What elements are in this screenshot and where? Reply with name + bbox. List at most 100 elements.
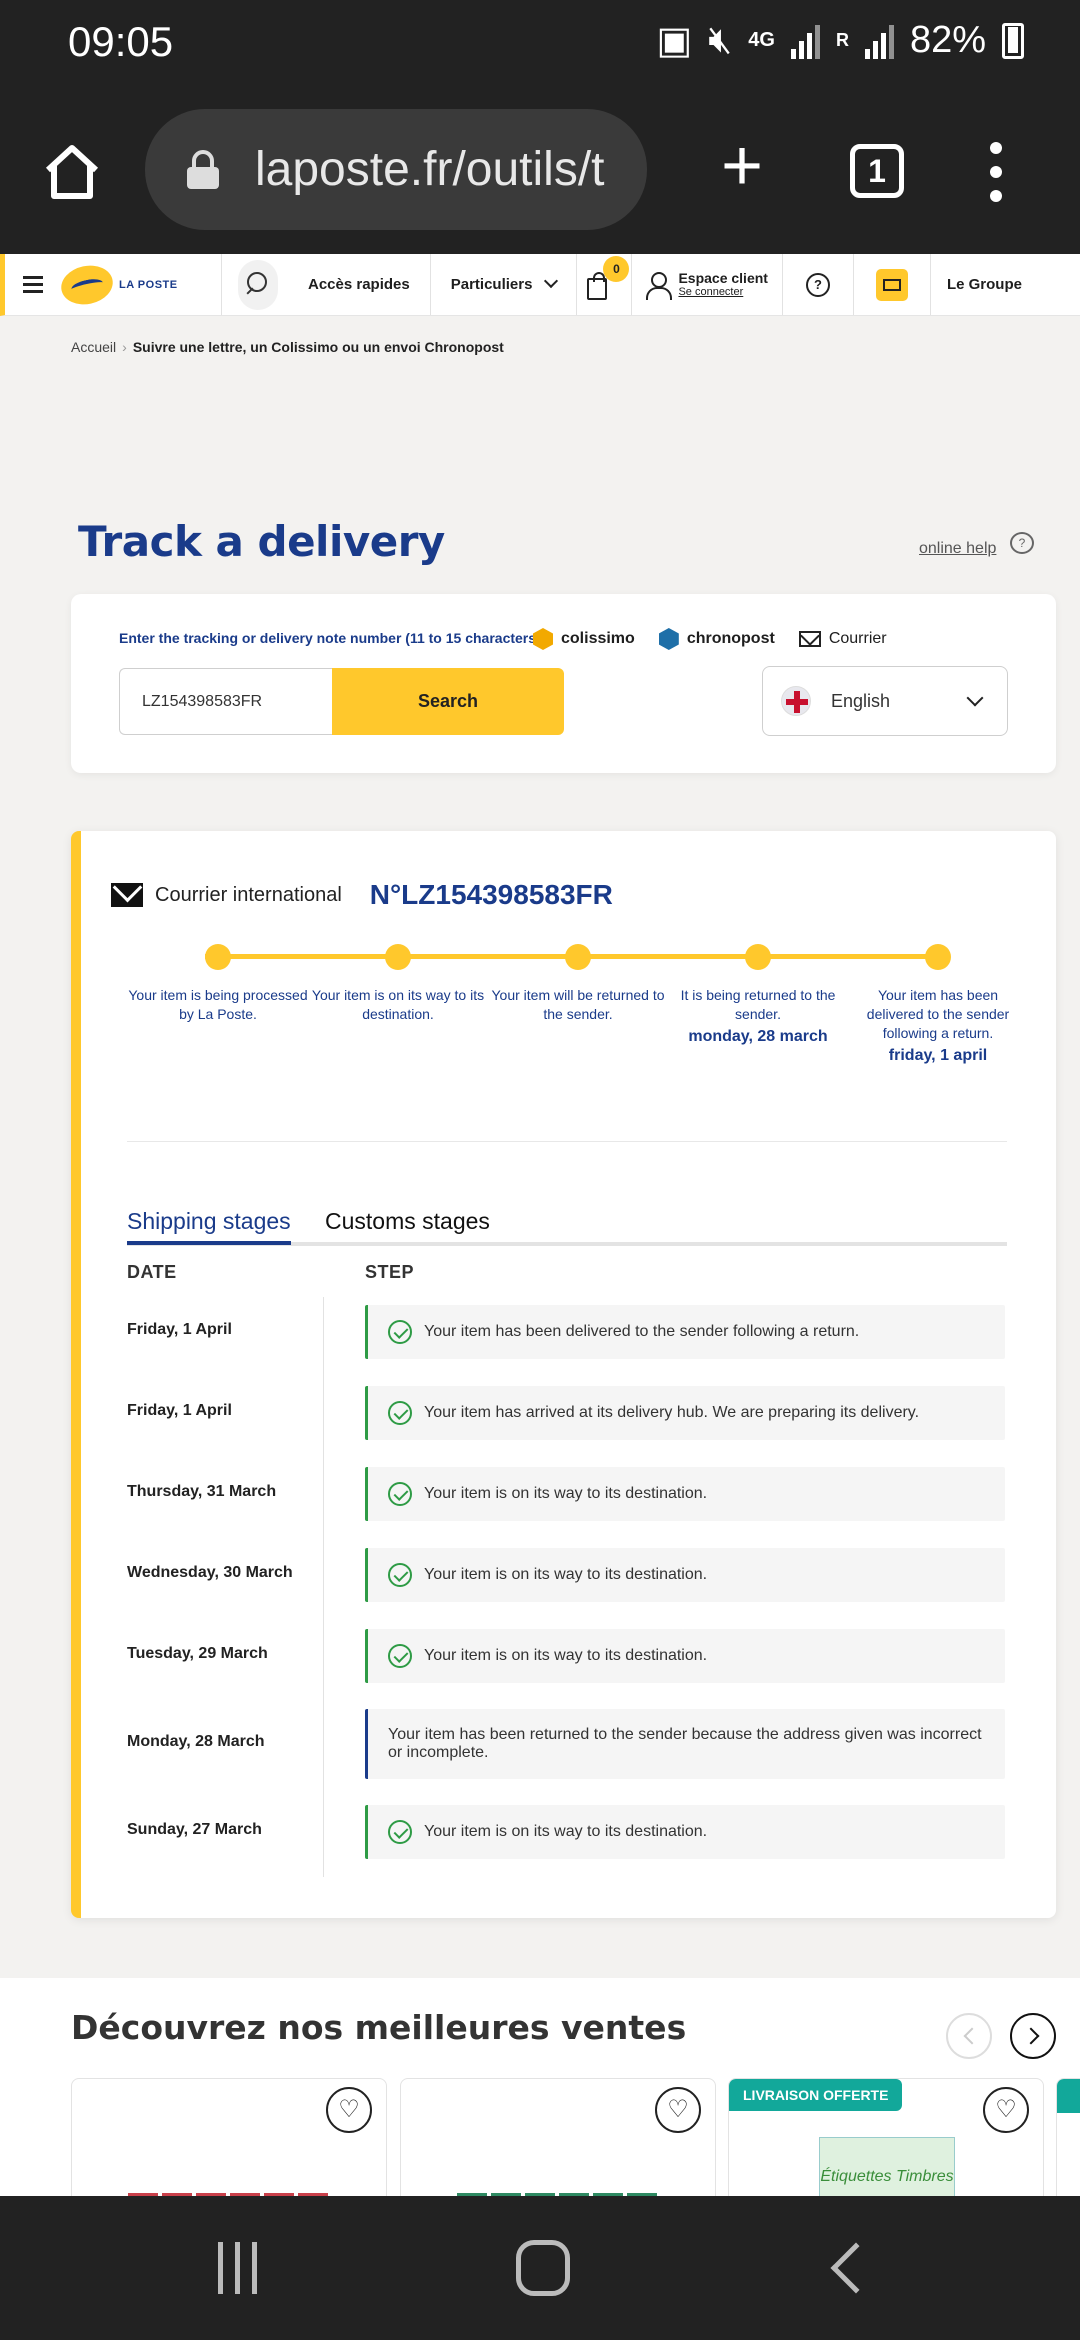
event-date: Sunday, 27 March [127,1821,262,1838]
tab-shipping-stages[interactable]: Shipping stages [127,1208,291,1245]
battery-saver-icon: ▣ [656,20,693,62]
mail-envelope-icon [111,883,143,907]
mute-icon: 🔇︎ [708,19,733,61]
tracking-input-label: Enter the tracking or delivery note numb… [119,630,541,646]
item-header: Courrier international N°LZ154398583FR [111,879,613,911]
chat-help-button[interactable]: ? [783,272,853,297]
chevron-down-icon [966,689,984,707]
event-date: Tuesday, 29 March [127,1645,268,1662]
progress-step: Your item is being processed by La Poste… [128,987,308,1022]
heart-icon[interactable]: ♡ [983,2087,1029,2133]
best-sellers-section: Découvrez nos meilleures ventes ♡ ♡ LIVR… [0,1978,1080,2218]
progress-step: It is being returned to the sender. monda… [680,987,836,1045]
help-icon[interactable]: ? [1010,532,1034,554]
envelope-icon [798,631,821,647]
progress-step: Your item has been delivered to the send… [866,987,1010,1064]
progress-step: Your item is on its way to its destinati… [311,987,485,1022]
breadcrumb-current: Suivre une lettre, un Colissimo ou un en… [132,339,504,355]
address-bar[interactable]: laposte.fr/outils/t [145,109,647,230]
progress-dot [925,944,951,970]
tab-switcher-button[interactable]: 1 [850,144,904,198]
signal-icon [790,23,820,59]
language-value: English [831,690,891,711]
quick-access-link[interactable]: Accès rapides [288,276,430,293]
carousel-prev-button[interactable] [946,2013,992,2059]
browser-menu-button[interactable] [986,142,1006,202]
back-icon[interactable] [830,2242,882,2294]
battery-icon [1002,22,1024,59]
chevron-down-icon [544,273,559,289]
user-icon [646,271,673,300]
search-button[interactable]: Search [332,668,564,735]
system-nav-bar [0,2196,1080,2340]
roaming-indicator: R [835,30,849,50]
battery-percent: 82% [909,19,986,61]
signal-2-icon [864,23,894,59]
chronopost-brand: chronopost [658,628,775,650]
colissimo-brand: colissimo [533,628,635,650]
event-step: Your item is on its way to its destinati… [365,1467,1005,1521]
tracking-search-card: Enter the tracking or delivery note numb… [71,594,1056,773]
login-link[interactable]: Se connecter [678,285,768,299]
event-date: Monday, 28 March [127,1733,265,1750]
timeline-divider [323,1297,324,1877]
event-step: Your item is on its way to its destinati… [365,1629,1005,1683]
recent-apps-icon[interactable] [218,2242,264,2294]
language-select[interactable]: English [762,666,1008,736]
colissimo-cube-icon [533,628,553,650]
heart-icon[interactable]: ♡ [326,2087,372,2133]
progress-dot [745,944,771,970]
clock: 09:05 [68,18,174,65]
envelope-icon [882,278,901,291]
event-date: Friday, 1 April [127,1321,232,1338]
online-help-link[interactable]: online help [919,540,996,558]
browser-toolbar: laposte.fr/outils/t + 1 [0,88,1080,254]
check-circle-icon [388,1644,412,1668]
uk-flag-icon [781,686,811,716]
free-delivery-badge [1057,2079,1080,2113]
hamburger-menu-icon[interactable] [5,276,61,293]
carousel-next-button[interactable] [1010,2013,1056,2059]
help-bubble-icon: ? [805,272,830,297]
account-title: Espace client [678,269,768,286]
account-button[interactable]: Espace client Se connecter [632,269,782,300]
event-date: Thursday, 31 March [127,1483,277,1500]
tab-customs-stages[interactable]: Customs stages [325,1208,490,1241]
page-title: Track a delivery [78,517,445,566]
group-link[interactable]: Le Groupe [931,276,1022,293]
segment-dropdown[interactable]: Particuliers [431,273,577,293]
event-date: Wednesday, 30 March [127,1564,293,1581]
site-header: LA POSTE Accès rapides Particuliers 0 Es… [0,254,1080,316]
status-bar: 09:05 ▣ 🔇︎ 4G R 82% [0,0,1080,88]
best-sellers-title: Découvrez nos meilleures ventes [71,2008,687,2047]
new-tab-button[interactable]: + [710,130,774,202]
progress-step: Your item will be returned to the sender… [491,987,665,1022]
cart-button[interactable]: 0 [577,255,630,300]
event-step: Your item has been returned to the sende… [365,1709,1005,1779]
heart-icon[interactable]: ♡ [655,2087,701,2133]
event-step: Your item is on its way to its destinati… [365,1805,1005,1859]
tracking-number: N°LZ154398583FR [369,879,613,910]
la-poste-logo[interactable]: LA POSTE [57,260,221,309]
url-text: laposte.fr/outils/t [255,143,605,196]
chronopost-cube-icon [658,628,679,650]
search-icon[interactable] [238,259,278,310]
la-poste-bird-icon [57,260,117,309]
breadcrumb: Accueil › Suivre une lettre, un Colissimo … [71,339,504,355]
progress-dot [205,944,231,970]
event-step: Your item is on its way to its destinati… [365,1548,1005,1602]
progress-dot [565,944,591,970]
mail-button[interactable] [875,268,908,301]
chevron-right-icon: › [122,339,127,355]
stage-tabs: Shipping stages Customs stages [127,1208,1007,1246]
home-button-icon[interactable] [516,2240,570,2296]
lock-icon [187,149,219,189]
progress-dot [385,944,411,970]
cart-count-badge: 0 [603,255,630,282]
tracking-number-input[interactable]: LZ154398583FR [119,668,332,735]
home-icon[interactable] [40,140,104,204]
breadcrumb-home[interactable]: Accueil [71,339,116,355]
network-type: 4G [748,29,775,51]
courrier-brand: Courrier [798,630,887,648]
check-circle-icon [388,1563,412,1587]
